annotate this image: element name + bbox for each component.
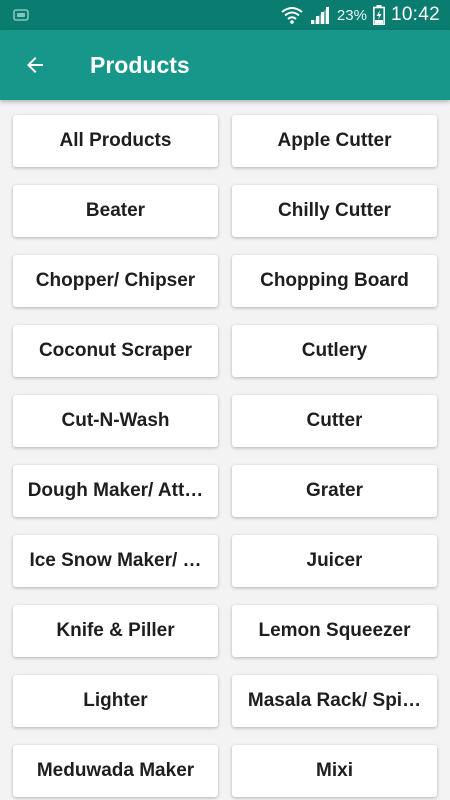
notification-icon xyxy=(13,9,29,21)
product-tile[interactable]: Cutlery xyxy=(232,325,437,377)
battery-percent: 23% xyxy=(336,6,367,24)
product-tile[interactable]: Juicer xyxy=(232,535,437,587)
product-tile[interactable]: Masala Rack/ Spi… xyxy=(232,675,437,727)
product-tile[interactable]: Meduwada Maker xyxy=(13,745,218,797)
product-label: Dough Maker/ Att… xyxy=(27,480,204,501)
product-label: Grater xyxy=(305,480,364,501)
product-label: Ice Snow Maker/ … xyxy=(29,550,202,571)
product-label: Chilly Cutter xyxy=(278,200,391,221)
product-tile[interactable]: Cutter xyxy=(232,395,437,447)
product-grid: All Products Apple Cutter Beater Chilly … xyxy=(0,115,450,797)
product-label: Mixi xyxy=(316,760,353,781)
signal-icon xyxy=(310,6,329,24)
product-tile[interactable]: Lighter xyxy=(13,675,218,727)
product-tile[interactable]: Coconut Scraper xyxy=(13,325,218,377)
product-tile[interactable]: Dough Maker/ Att… xyxy=(13,465,218,517)
arrow-left-icon xyxy=(27,57,43,73)
product-label: Juicer xyxy=(306,550,363,571)
product-tile[interactable]: Beater xyxy=(13,185,218,237)
product-tile[interactable]: All Products xyxy=(13,115,218,167)
product-tile[interactable]: Cut-N-Wash xyxy=(13,395,218,447)
product-label: Masala Rack/ Spi… xyxy=(247,690,422,711)
product-label: Lemon Squeezer xyxy=(258,620,411,641)
page-title: Products xyxy=(90,52,190,78)
wifi-icon xyxy=(281,7,303,24)
product-label: Chopping Board xyxy=(260,270,409,291)
product-label: Lighter xyxy=(83,690,148,711)
product-label: Coconut Scraper xyxy=(38,340,193,361)
product-tile[interactable]: Ice Snow Maker/ … xyxy=(13,535,218,587)
product-label: Beater xyxy=(85,200,146,221)
product-tile[interactable]: Apple Cutter xyxy=(232,115,437,167)
product-tile[interactable]: Mixi xyxy=(232,745,437,797)
product-label: Knife & Piller xyxy=(56,620,175,641)
back-button[interactable] xyxy=(14,44,56,86)
clock: 10:42 xyxy=(390,4,440,25)
status-bar: 23% 10:42 xyxy=(0,0,450,30)
product-tile[interactable]: Chopper/ Chipser xyxy=(13,255,218,307)
product-label: Cutter xyxy=(306,410,363,431)
battery-charging-icon xyxy=(372,5,385,25)
status-icons: 23% 10:42 xyxy=(281,0,440,30)
product-label: Cutlery xyxy=(301,340,368,361)
product-label: Apple Cutter xyxy=(277,130,392,151)
product-label: Cut-N-Wash xyxy=(61,410,170,431)
product-tile[interactable]: Chilly Cutter xyxy=(232,185,437,237)
product-tile[interactable]: Knife & Piller xyxy=(13,605,218,657)
product-label: Chopper/ Chipser xyxy=(35,270,196,291)
app-bar: Products xyxy=(0,30,450,100)
product-tile[interactable]: Chopping Board xyxy=(232,255,437,307)
product-label: Meduwada Maker xyxy=(36,760,195,781)
product-list[interactable]: All Products Apple Cutter Beater Chilly … xyxy=(0,100,450,800)
product-tile[interactable]: Grater xyxy=(232,465,437,517)
product-label: All Products xyxy=(59,130,172,151)
product-tile[interactable]: Lemon Squeezer xyxy=(232,605,437,657)
